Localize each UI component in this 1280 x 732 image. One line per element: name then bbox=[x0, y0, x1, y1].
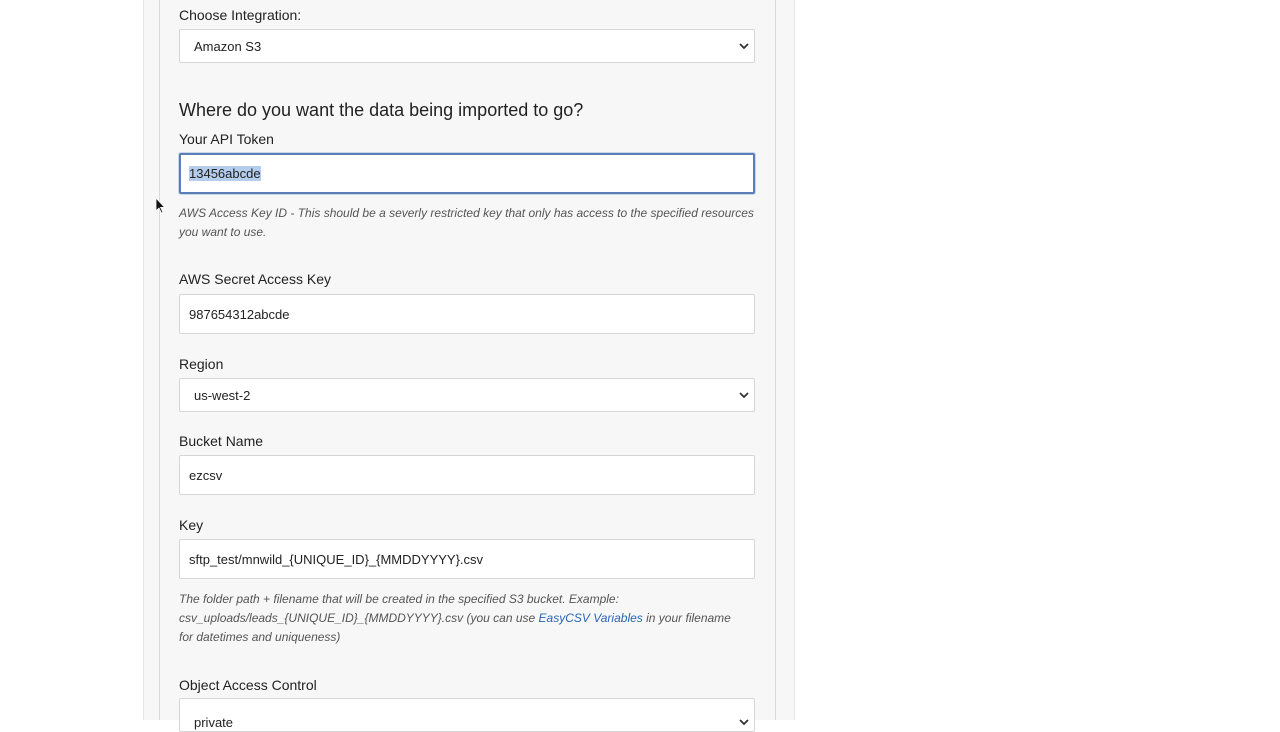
secret-key-input[interactable]: 987654312abcde bbox=[179, 294, 755, 334]
integration-selected-value: Amazon S3 bbox=[194, 38, 262, 54]
easycsv-variables-link[interactable]: EasyCSV Variables bbox=[539, 611, 643, 625]
integration-label: Choose Integration: bbox=[179, 7, 302, 23]
bucket-value: ezcsv bbox=[189, 467, 223, 483]
key-value: sftp_test/mnwild_{UNIQUE_ID}_{MMDDYYYY}.… bbox=[189, 551, 484, 567]
region-select[interactable]: us-west-2 bbox=[179, 378, 755, 412]
acl-label: Object Access Control bbox=[179, 677, 317, 693]
key-input[interactable]: sftp_test/mnwild_{UNIQUE_ID}_{MMDDYYYY}.… bbox=[179, 539, 755, 579]
chevron-down-icon bbox=[739, 719, 749, 726]
api-token-label: Your API Token bbox=[179, 131, 274, 147]
bucket-input[interactable]: ezcsv bbox=[179, 455, 755, 495]
chevron-down-icon bbox=[739, 392, 749, 399]
key-label: Key bbox=[179, 517, 204, 533]
secret-key-label: AWS Secret Access Key bbox=[179, 271, 331, 287]
api-token-value: 13456abcde bbox=[189, 166, 261, 181]
integration-select[interactable]: Amazon S3 bbox=[179, 29, 755, 63]
api-token-help: AWS Access Key ID - This should be a sev… bbox=[179, 206, 754, 239]
key-help: The folder path + filename that will be … bbox=[179, 590, 739, 647]
acl-select[interactable]: private bbox=[179, 698, 755, 732]
region-label: Region bbox=[179, 356, 224, 372]
destination-heading: Where do you want the data being importe… bbox=[179, 100, 584, 120]
region-selected-value: us-west-2 bbox=[194, 387, 251, 403]
api-token-input[interactable]: 13456abcde bbox=[179, 153, 755, 194]
secret-key-value: 987654312abcde bbox=[189, 306, 290, 322]
chevron-down-icon bbox=[739, 43, 749, 50]
mouse-pointer-icon bbox=[156, 198, 166, 214]
acl-selected-value: private bbox=[194, 714, 234, 730]
bucket-label: Bucket Name bbox=[179, 433, 264, 449]
